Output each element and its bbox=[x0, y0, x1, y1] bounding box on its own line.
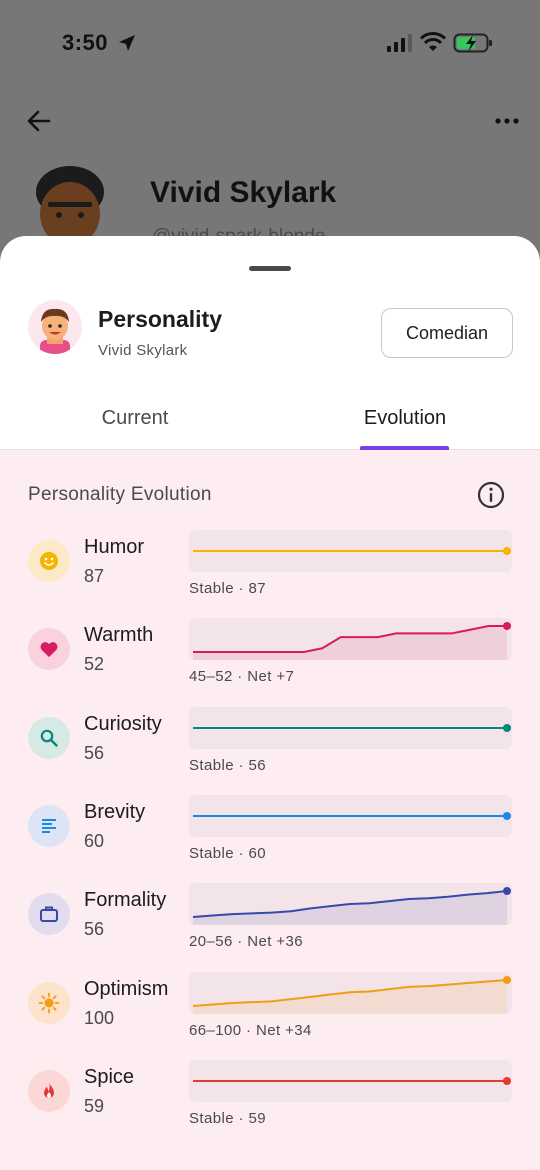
sheet-subtitle: Vivid Skylark bbox=[98, 342, 188, 359]
evolution-panel: Personality Evolution Humor 87 Stable · 87… bbox=[0, 450, 540, 1170]
personality-bottom-sheet: Personality Vivid Skylark Comedian Curre… bbox=[0, 236, 540, 1170]
trait-row-warmth[interactable]: Warmth 52 45–52 · Net +7 bbox=[0, 618, 540, 706]
tab-evolution[interactable]: Evolution bbox=[270, 386, 540, 450]
info-icon[interactable] bbox=[476, 480, 506, 510]
section-title: Personality Evolution bbox=[28, 484, 212, 505]
trait-row-formality[interactable]: Formality 56 20–56 · Net +36 bbox=[0, 883, 540, 971]
profile-avatar bbox=[36, 166, 104, 242]
trait-value: 87 bbox=[84, 566, 105, 586]
profile-name: Vivid Skylark bbox=[150, 176, 337, 209]
trait-row-curiosity[interactable]: Curiosity 56 Stable · 56 bbox=[0, 706, 540, 795]
sun-icon bbox=[28, 981, 70, 1024]
search-icon bbox=[28, 716, 70, 759]
sparkline-endpoint bbox=[503, 887, 511, 896]
trait-sparkline bbox=[189, 1059, 512, 1102]
trait-row-humor[interactable]: Humor 87 Stable · 87 bbox=[0, 530, 540, 618]
sparkline-endpoint bbox=[503, 723, 511, 732]
trait-sparkline bbox=[189, 706, 512, 749]
cellular-signal-icon bbox=[387, 34, 412, 52]
personality-preset-button[interactable]: Comedian bbox=[381, 308, 513, 358]
trait-value: 56 bbox=[84, 919, 105, 940]
sheet-avatar bbox=[28, 300, 82, 354]
battery-charging-icon bbox=[453, 33, 492, 53]
trait-name: Warmth bbox=[84, 624, 154, 647]
trait-caption: Stable · 60 bbox=[189, 844, 266, 862]
sparkline-endpoint bbox=[503, 622, 511, 631]
sparkline-endpoint bbox=[503, 547, 511, 555]
sparkline-endpoint bbox=[503, 811, 511, 820]
back-arrow-icon[interactable] bbox=[24, 106, 54, 136]
text-lines-icon bbox=[28, 804, 70, 847]
tab-bar: Current Evolution bbox=[0, 386, 540, 450]
trait-value: 60 bbox=[84, 830, 105, 851]
trait-caption: Stable · 87 bbox=[189, 580, 266, 597]
trait-value: 52 bbox=[84, 654, 105, 675]
trait-row-spice[interactable]: Spice 59 Stable · 59 bbox=[0, 1059, 540, 1148]
status-time: 3:50 bbox=[62, 30, 109, 55]
trait-value: 100 bbox=[84, 1007, 115, 1028]
trait-sparkline bbox=[189, 530, 512, 572]
trait-name: Optimism bbox=[84, 977, 169, 1000]
trait-caption: Stable · 56 bbox=[189, 756, 266, 774]
trait-caption: 66–100 · Net +34 bbox=[189, 1021, 312, 1039]
trait-value: 56 bbox=[84, 742, 105, 763]
cartoon-avatar-icon bbox=[40, 308, 70, 354]
trait-value: 59 bbox=[84, 1095, 105, 1116]
location-arrow-icon bbox=[119, 35, 135, 51]
trait-sparkline bbox=[189, 883, 512, 926]
trait-row-brevity[interactable]: Brevity 60 Stable · 60 bbox=[0, 794, 540, 883]
wifi-icon bbox=[420, 32, 446, 51]
trait-name: Formality bbox=[84, 889, 167, 912]
sparkline-endpoint bbox=[503, 975, 511, 984]
heart-icon bbox=[28, 628, 70, 671]
more-options-icon[interactable] bbox=[494, 114, 520, 128]
trait-sparkline bbox=[189, 618, 512, 661]
status-bar: 3:50 bbox=[0, 0, 540, 90]
trait-sparkline bbox=[189, 971, 512, 1014]
trait-name: Curiosity bbox=[84, 712, 162, 735]
trait-caption: 45–52 · Net +7 bbox=[189, 668, 295, 686]
flame-icon bbox=[28, 1069, 70, 1112]
sparkline-endpoint bbox=[503, 1076, 511, 1085]
trait-row-optimism[interactable]: Optimism 100 66–100 · Net +34 bbox=[0, 971, 540, 1060]
sparkline-area bbox=[193, 979, 507, 1014]
sheet-title: Personality bbox=[98, 306, 222, 332]
tab-current[interactable]: Current bbox=[0, 386, 270, 450]
trait-sparkline bbox=[189, 794, 512, 837]
trait-caption: Stable · 59 bbox=[189, 1109, 266, 1127]
trait-caption: 20–56 · Net +36 bbox=[189, 933, 303, 951]
trait-name: Brevity bbox=[84, 800, 146, 823]
briefcase-icon bbox=[28, 893, 70, 936]
smile-icon bbox=[28, 540, 70, 582]
trait-name: Humor bbox=[84, 536, 145, 558]
sheet-drag-handle[interactable] bbox=[249, 266, 291, 271]
trait-name: Spice bbox=[84, 1065, 135, 1088]
